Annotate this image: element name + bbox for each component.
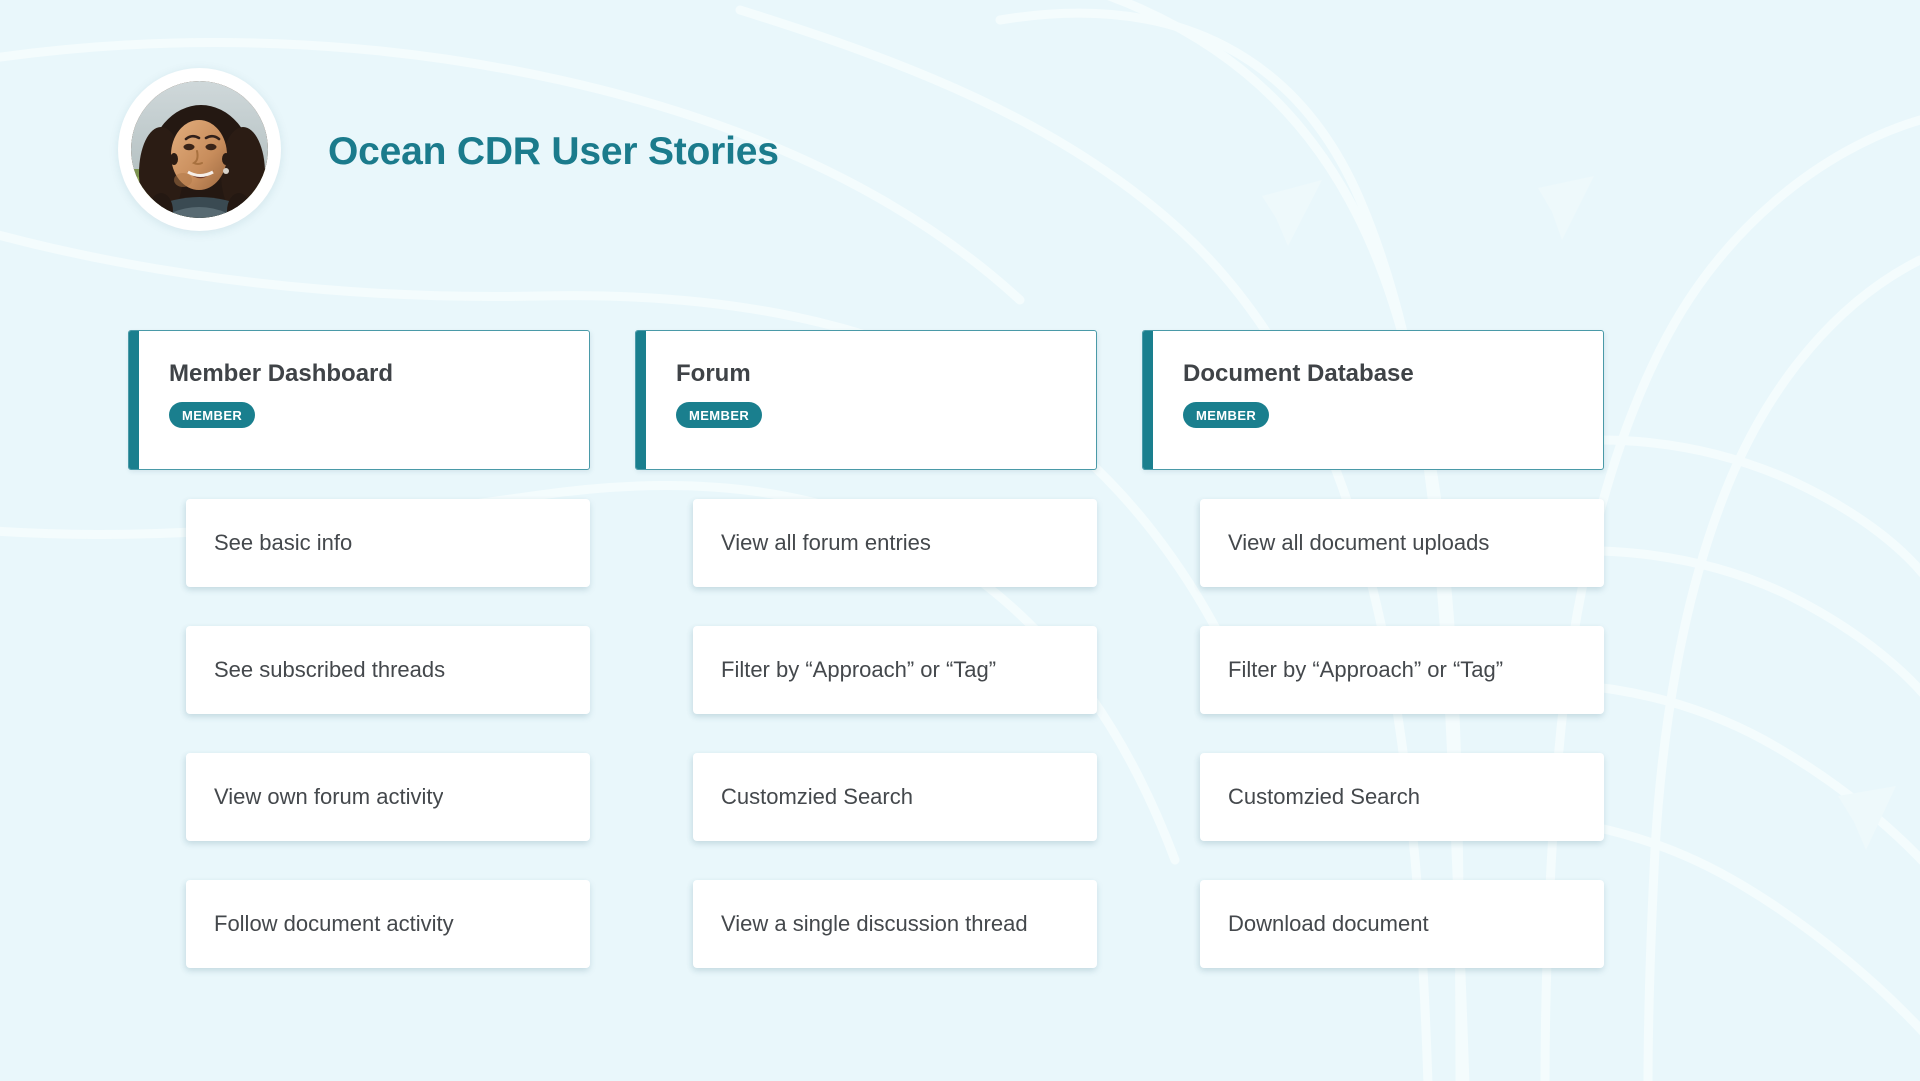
- list-item-label: See subscribed threads: [214, 656, 446, 682]
- list-item[interactable]: See basic info: [186, 499, 590, 587]
- column-forum: Forum MEMBER View all forum entries Filt…: [635, 330, 1097, 968]
- list-item[interactable]: Download document: [1200, 880, 1604, 968]
- column-title: Document Database: [1183, 360, 1414, 387]
- column-item-list: View all forum entries Filter by “Approa…: [635, 499, 1097, 968]
- list-item[interactable]: Customzied Search: [1200, 753, 1604, 841]
- column-member-dashboard: Member Dashboard MEMBER See basic info S…: [128, 330, 590, 968]
- list-item-label: View own forum activity: [214, 783, 444, 809]
- page-title: Ocean CDR User Stories: [328, 130, 779, 173]
- column-item-list: View all document uploads Filter by “App…: [1142, 499, 1604, 968]
- list-item[interactable]: View all forum entries: [693, 499, 1097, 587]
- user-stories-board: Member Dashboard MEMBER See basic info S…: [0, 330, 1920, 968]
- status-badge: MEMBER: [1183, 402, 1270, 429]
- list-item-label: See basic info: [214, 529, 353, 555]
- list-item-label: View all forum entries: [721, 529, 931, 555]
- list-item[interactable]: Customzied Search: [693, 753, 1097, 841]
- column-title: Member Dashboard: [169, 360, 394, 387]
- list-item-label: View all document uploads: [1228, 529, 1490, 555]
- list-item-label: Filter by “Approach” or “Tag”: [721, 656, 997, 682]
- list-item-label: Download document: [1228, 910, 1429, 936]
- column-item-list: See basic info See subscribed threads Vi…: [128, 499, 590, 968]
- avatar: [118, 68, 281, 231]
- list-item-label: Filter by “Approach” or “Tag”: [1228, 656, 1504, 682]
- list-item[interactable]: View a single discussion thread: [693, 880, 1097, 968]
- list-item-label: Customzied Search: [721, 783, 913, 809]
- list-item-label: Customzied Search: [1228, 783, 1420, 809]
- column-header-card[interactable]: Document Database MEMBER: [1142, 330, 1604, 470]
- list-item[interactable]: Follow document activity: [186, 880, 590, 968]
- avatar-image: [131, 81, 268, 218]
- list-item[interactable]: View all document uploads: [1200, 499, 1604, 587]
- column-title: Forum: [676, 360, 751, 387]
- list-item[interactable]: Filter by “Approach” or “Tag”: [1200, 626, 1604, 714]
- list-item-label: Follow document activity: [214, 910, 454, 936]
- column-header-card[interactable]: Forum MEMBER: [635, 330, 1097, 470]
- list-item[interactable]: See subscribed threads: [186, 626, 590, 714]
- list-item[interactable]: Filter by “Approach” or “Tag”: [693, 626, 1097, 714]
- status-badge: MEMBER: [676, 402, 763, 429]
- list-item[interactable]: View own forum activity: [186, 753, 590, 841]
- list-item-label: View a single discussion thread: [721, 910, 1028, 936]
- column-document-database: Document Database MEMBER View all docume…: [1142, 330, 1604, 968]
- page-header: Ocean CDR User Stories: [0, 0, 1920, 270]
- status-badge: MEMBER: [169, 402, 256, 429]
- column-header-card[interactable]: Member Dashboard MEMBER: [128, 330, 590, 470]
